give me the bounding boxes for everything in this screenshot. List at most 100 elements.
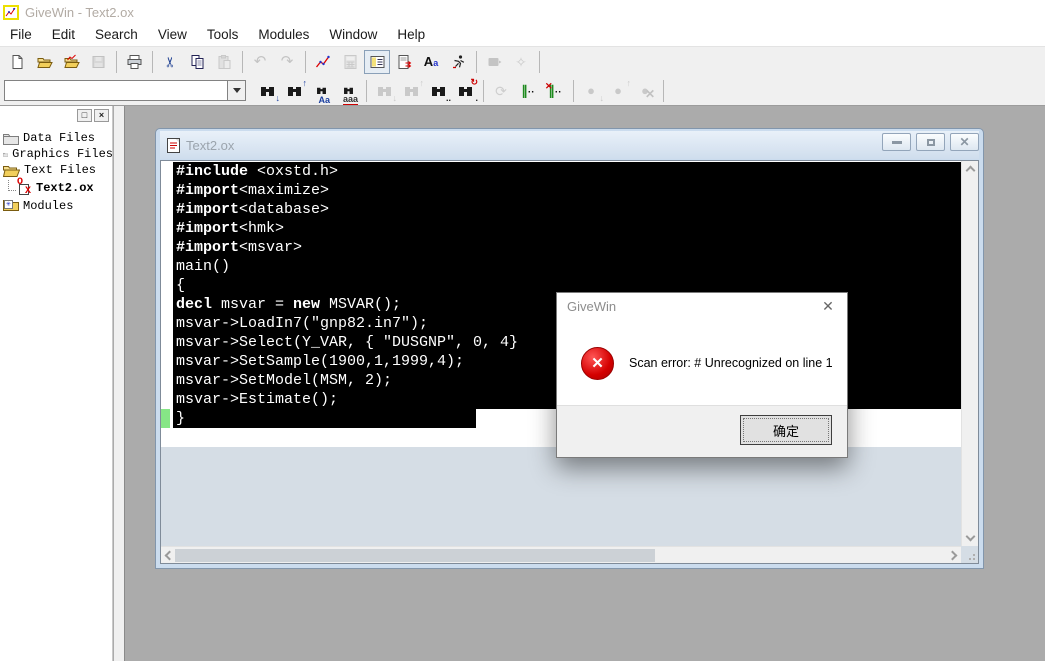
whole-word-button[interactable]: aaa bbox=[335, 79, 361, 105]
dialog-message: Scan error: # Unrecognized on line 1 bbox=[629, 356, 833, 370]
toolbar-separator bbox=[152, 50, 153, 73]
fonts-button[interactable]: Aa bbox=[418, 50, 444, 74]
binoculars-up-gray-icon: ↑ bbox=[401, 78, 424, 100]
bookmark-next-button[interactable]: ● ↓ bbox=[578, 79, 604, 103]
find-replace-button[interactable]: ↻. bbox=[452, 77, 478, 103]
print-button[interactable] bbox=[121, 50, 147, 74]
chevron-down-icon bbox=[232, 88, 241, 93]
save-button[interactable] bbox=[85, 50, 111, 74]
match-case-button[interactable]: Aa bbox=[308, 79, 334, 104]
wand-button[interactable]: ✧ bbox=[508, 50, 534, 74]
menu-help[interactable]: Help bbox=[387, 24, 435, 45]
ox-run-icon bbox=[488, 57, 501, 66]
tree-item-graphics-files[interactable]: Graphics Files bbox=[0, 146, 113, 162]
code-line-4[interactable]: #import<hmk> bbox=[173, 219, 961, 238]
find-next-disabled-button[interactable]: ↓ bbox=[371, 79, 397, 103]
code-line-2[interactable]: #import<maximize> bbox=[173, 181, 961, 200]
find-previous-disabled-button[interactable]: ↑ bbox=[398, 78, 424, 103]
paste-icon bbox=[218, 54, 230, 69]
code-line-1[interactable]: #include <oxstd.h> bbox=[173, 162, 961, 181]
open-graphics-icon bbox=[63, 54, 80, 68]
binoculars-up-icon: ↑ bbox=[284, 78, 307, 100]
dialog-titlebar[interactable]: GiveWin ✕ bbox=[557, 293, 847, 319]
menu-file[interactable]: File bbox=[0, 24, 42, 45]
find-previous-button[interactable]: ↑ bbox=[281, 78, 307, 103]
dialog-close-button[interactable]: ✕ bbox=[809, 293, 847, 319]
resize-grip[interactable] bbox=[966, 551, 975, 560]
close-icon: ✕ bbox=[959, 135, 970, 149]
minimize-icon bbox=[891, 140, 902, 144]
tree-item-text2-ox[interactable]: OX Text2.ox bbox=[0, 176, 113, 198]
code-line-5[interactable]: #import<msvar> bbox=[173, 238, 961, 257]
closed-folder-icon bbox=[3, 152, 9, 157]
panel-splitter[interactable] bbox=[114, 106, 125, 661]
panel-close-button[interactable]: × bbox=[94, 109, 109, 122]
toolbar-separator bbox=[242, 50, 243, 73]
binoculars-down-gray-icon: ↓ bbox=[374, 82, 397, 102]
copy-button[interactable] bbox=[184, 50, 210, 74]
find-next-button[interactable]: ↓ bbox=[254, 79, 280, 103]
combo-dropdown-button[interactable] bbox=[227, 81, 245, 100]
panel-maximize-button[interactable]: □ bbox=[77, 109, 92, 122]
close-button[interactable]: ✕ bbox=[950, 133, 979, 151]
menu-view[interactable]: View bbox=[148, 24, 197, 45]
menu-window[interactable]: Window bbox=[319, 24, 387, 45]
scroll-down-icon[interactable] bbox=[965, 531, 976, 542]
cut-button[interactable]: ✂ bbox=[157, 50, 183, 74]
bookmark-clear-icon: ● ✕ bbox=[641, 83, 655, 101]
scroll-left-icon[interactable] bbox=[164, 550, 175, 561]
open-folder-icon bbox=[3, 165, 20, 177]
rescan-button[interactable]: ⟳ bbox=[488, 79, 514, 103]
menu-search[interactable]: Search bbox=[85, 24, 148, 45]
toolbar-separator bbox=[483, 79, 484, 102]
new-document-button[interactable] bbox=[4, 50, 30, 74]
editor-title: Text2.ox bbox=[186, 137, 235, 153]
editor-lower-area bbox=[161, 447, 961, 546]
wand-icon: ✧ bbox=[515, 53, 527, 70]
ox-file-icon: OX bbox=[17, 176, 32, 197]
open-graphics-button[interactable] bbox=[58, 50, 84, 74]
menu-tools[interactable]: Tools bbox=[197, 24, 249, 45]
comment-lines-button[interactable]: ∥·· bbox=[515, 79, 541, 103]
dialog-body: ✕ Scan error: # Unrecognized on line 1 bbox=[557, 319, 847, 407]
toolbar-separator bbox=[573, 79, 574, 102]
redo-button[interactable]: ↷ bbox=[274, 50, 300, 74]
horizontal-scrollbar[interactable] bbox=[161, 546, 961, 563]
code-line-6[interactable]: main() bbox=[173, 257, 961, 276]
bookmark-previous-button[interactable]: ● ↑ bbox=[605, 78, 631, 103]
code-line-3[interactable]: #import<database> bbox=[173, 200, 961, 219]
menu-modules[interactable]: Modules bbox=[248, 24, 319, 45]
toolbar-find: ↓ ↑ Aa aaa ↓ ↑ .. ↻. ⟳ ∥·· ∥·· ✕ ● ↓ ● ↑ ● ✕ bbox=[0, 76, 1045, 105]
workspace-toggle-button[interactable] bbox=[364, 49, 390, 74]
editor-window-buttons: ✕ bbox=[882, 133, 979, 151]
vertical-scrollbar[interactable] bbox=[961, 161, 978, 546]
graphics-button[interactable] bbox=[310, 50, 336, 74]
uncomment-lines-button[interactable]: ∥·· ✕ bbox=[542, 79, 568, 103]
minimize-button[interactable] bbox=[882, 133, 911, 151]
horizontal-scroll-thumb[interactable] bbox=[175, 549, 655, 562]
running-person-icon bbox=[452, 54, 464, 68]
restore-button[interactable] bbox=[916, 133, 945, 151]
menu-edit[interactable]: Edit bbox=[42, 24, 85, 45]
tree-item-modules[interactable]: ✳ Modules bbox=[0, 198, 113, 214]
search-combobox[interactable] bbox=[4, 80, 246, 101]
bookmark-clear-button[interactable]: ● ✕ bbox=[632, 79, 658, 103]
editor-titlebar[interactable]: Text2.ox bbox=[160, 131, 979, 159]
find-in-files-button[interactable]: .. bbox=[425, 79, 451, 103]
calculator-button[interactable] bbox=[337, 50, 363, 74]
open-file-button[interactable] bbox=[31, 50, 57, 74]
results-document-icon bbox=[398, 54, 411, 69]
run-button[interactable] bbox=[445, 50, 471, 74]
find-replace-icon: ↻. bbox=[455, 77, 478, 102]
scroll-right-icon[interactable] bbox=[947, 550, 958, 561]
search-input[interactable] bbox=[7, 82, 225, 99]
ok-button[interactable]: 确定 bbox=[740, 415, 832, 445]
closed-folder-icon bbox=[3, 133, 19, 145]
undo-button[interactable]: ↶ bbox=[247, 50, 273, 74]
tree-item-data-files[interactable]: Data Files bbox=[0, 130, 113, 146]
code-line-14[interactable]: } bbox=[161, 409, 476, 428]
results-document-button[interactable] bbox=[391, 50, 417, 74]
paste-button[interactable] bbox=[211, 50, 237, 74]
scroll-up-icon[interactable] bbox=[965, 165, 976, 176]
ox-run-button[interactable] bbox=[481, 50, 507, 74]
